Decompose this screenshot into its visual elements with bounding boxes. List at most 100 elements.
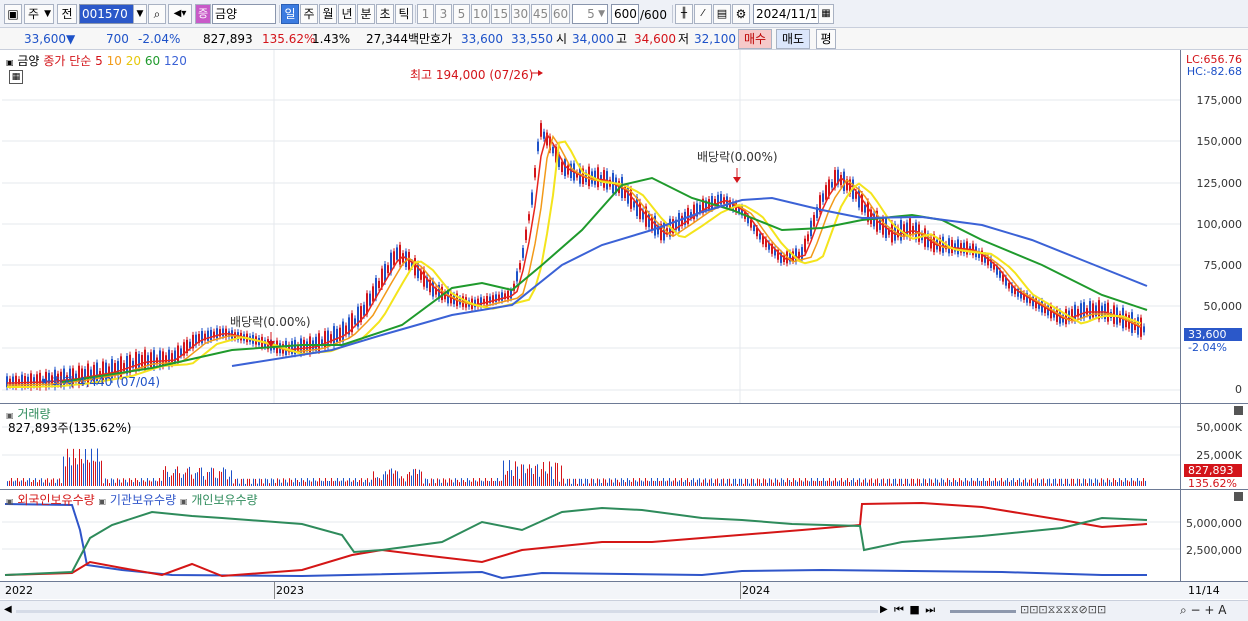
period-week-button[interactable]: 주	[300, 4, 318, 24]
period-minute-button[interactable]: 분	[357, 4, 375, 24]
volume-bar	[605, 479, 606, 486]
minute-45-button[interactable]: 45	[531, 4, 550, 24]
volume-bar	[985, 481, 986, 486]
calculator-icon[interactable]: ▦	[9, 70, 23, 84]
candle-body	[336, 328, 338, 343]
volume-bar	[967, 480, 968, 486]
volume-bar	[879, 483, 880, 486]
calendar-icon[interactable]: ▦	[818, 4, 834, 24]
stock-name-field[interactable]: 금양	[212, 4, 276, 24]
volume-bar	[1141, 481, 1142, 486]
volume-bar	[1101, 478, 1102, 486]
close-panel-icon[interactable]	[1234, 406, 1243, 415]
volume-bar	[81, 458, 82, 486]
volume-bar	[687, 478, 688, 486]
period-month-button[interactable]: 월	[319, 4, 337, 24]
y-tick: 50,000	[1203, 300, 1243, 313]
volume-bar	[297, 480, 298, 486]
candle-body	[1008, 282, 1010, 289]
volume-bar	[501, 480, 502, 486]
buy-button[interactable]: 매수	[738, 29, 772, 49]
volume-bar	[157, 481, 158, 486]
count-input[interactable]: 600	[611, 4, 639, 24]
volume-bar	[693, 478, 694, 486]
volume-bar	[339, 481, 340, 486]
minute-15-button[interactable]: 15	[491, 4, 510, 24]
volume-bar	[983, 478, 984, 486]
volume-bar	[1005, 480, 1006, 486]
draw-tool-icon[interactable]: ⁄	[694, 4, 712, 24]
price-chart[interactable]	[2, 50, 1182, 403]
prev-button[interactable]: 전	[57, 4, 77, 24]
volume-bar	[149, 480, 150, 486]
volume-bar	[209, 471, 210, 486]
zoom-slider[interactable]	[950, 610, 1016, 613]
volume-bar	[249, 478, 250, 486]
period-year-button[interactable]: 년	[338, 4, 356, 24]
period-second-button[interactable]: 초	[376, 4, 394, 24]
candle-body	[201, 331, 203, 344]
candle-body	[537, 141, 539, 152]
scroll-track[interactable]	[16, 610, 878, 613]
minute-5-button[interactable]: 5	[453, 4, 470, 24]
playback-icons[interactable]: ⏮ ■ ⏭	[894, 603, 936, 617]
volume-bar	[611, 479, 612, 486]
volume-bar	[695, 482, 696, 486]
tool-icons[interactable]: ⊡⊡⊡⧖⧖⧖⧖⊘⊡⊡	[1020, 603, 1106, 617]
candle-body	[1083, 302, 1085, 319]
period-type-select[interactable]: 주 ▼	[24, 4, 54, 24]
volume-panel[interactable]	[2, 404, 1182, 489]
minute-1-button[interactable]: 1	[417, 4, 434, 24]
code-dropdown-icon[interactable]: ▼	[133, 4, 147, 24]
volume-bar	[29, 478, 30, 486]
minute-60-button[interactable]: 60	[551, 4, 570, 24]
sell-button[interactable]: 매도	[776, 29, 810, 49]
volume-bar	[797, 481, 798, 486]
volume-bar	[507, 470, 508, 486]
volume-bar	[677, 481, 678, 486]
volume-bar	[231, 470, 232, 486]
volume-bar	[1073, 478, 1074, 486]
volume-bar	[577, 483, 578, 486]
volume-bar	[171, 475, 172, 486]
period-day-button[interactable]: 일	[281, 4, 299, 24]
minute-3-button[interactable]: 3	[435, 4, 452, 24]
period-tick-button[interactable]: 틱	[395, 4, 413, 24]
y-tick: 100,000	[1196, 218, 1243, 231]
gear-icon[interactable]: ⚙	[732, 4, 750, 24]
candle-body	[804, 238, 806, 252]
stock-code-input[interactable]: 001570	[79, 4, 137, 24]
speaker-icon[interactable]: ◀▾	[168, 4, 192, 24]
volume-bar	[33, 480, 34, 486]
volume-bar	[1025, 478, 1026, 486]
candle-body	[153, 350, 155, 369]
search-icon[interactable]: ⌕	[148, 4, 166, 24]
scroll-bar[interactable]: ◀ ▶ ⏮ ■ ⏭ ⊡⊡⊡⧖⧖⧖⧖⊘⊡⊡ ⌕ − + A	[0, 600, 1248, 621]
scroll-right-icon[interactable]: ▶	[880, 604, 888, 615]
date-input[interactable]: 2024/11/14	[753, 4, 825, 24]
close-panel-icon[interactable]	[1234, 492, 1243, 501]
candle-body	[678, 212, 680, 231]
average-button[interactable]: 평	[816, 29, 836, 49]
volume-bar	[781, 478, 782, 486]
minute-10-button[interactable]: 10	[471, 4, 490, 24]
interval-select[interactable]: 5 ▼	[572, 4, 608, 24]
y-tick: 175,000	[1196, 94, 1243, 107]
volume-bar	[233, 483, 234, 486]
volume-chart[interactable]	[2, 404, 1182, 489]
candle-type-icon[interactable]: ╫	[675, 4, 693, 24]
volume-bar	[425, 478, 426, 486]
volume-bar	[703, 479, 704, 486]
chart-settings-icon[interactable]: ▣	[4, 4, 22, 24]
volume-bar	[373, 471, 374, 486]
volume-bar	[539, 476, 540, 486]
candle-body	[516, 271, 518, 282]
scroll-left-icon[interactable]: ◀	[4, 604, 12, 615]
minute-30-button[interactable]: 30	[511, 4, 530, 24]
volume-bar	[433, 479, 434, 486]
zoom-icons[interactable]: ⌕ − + A	[1180, 603, 1226, 618]
volume-bar	[415, 468, 416, 486]
price-chart-panel[interactable]	[2, 50, 1182, 403]
volume-bar	[515, 461, 516, 486]
save-icon[interactable]: ▤	[713, 4, 731, 24]
